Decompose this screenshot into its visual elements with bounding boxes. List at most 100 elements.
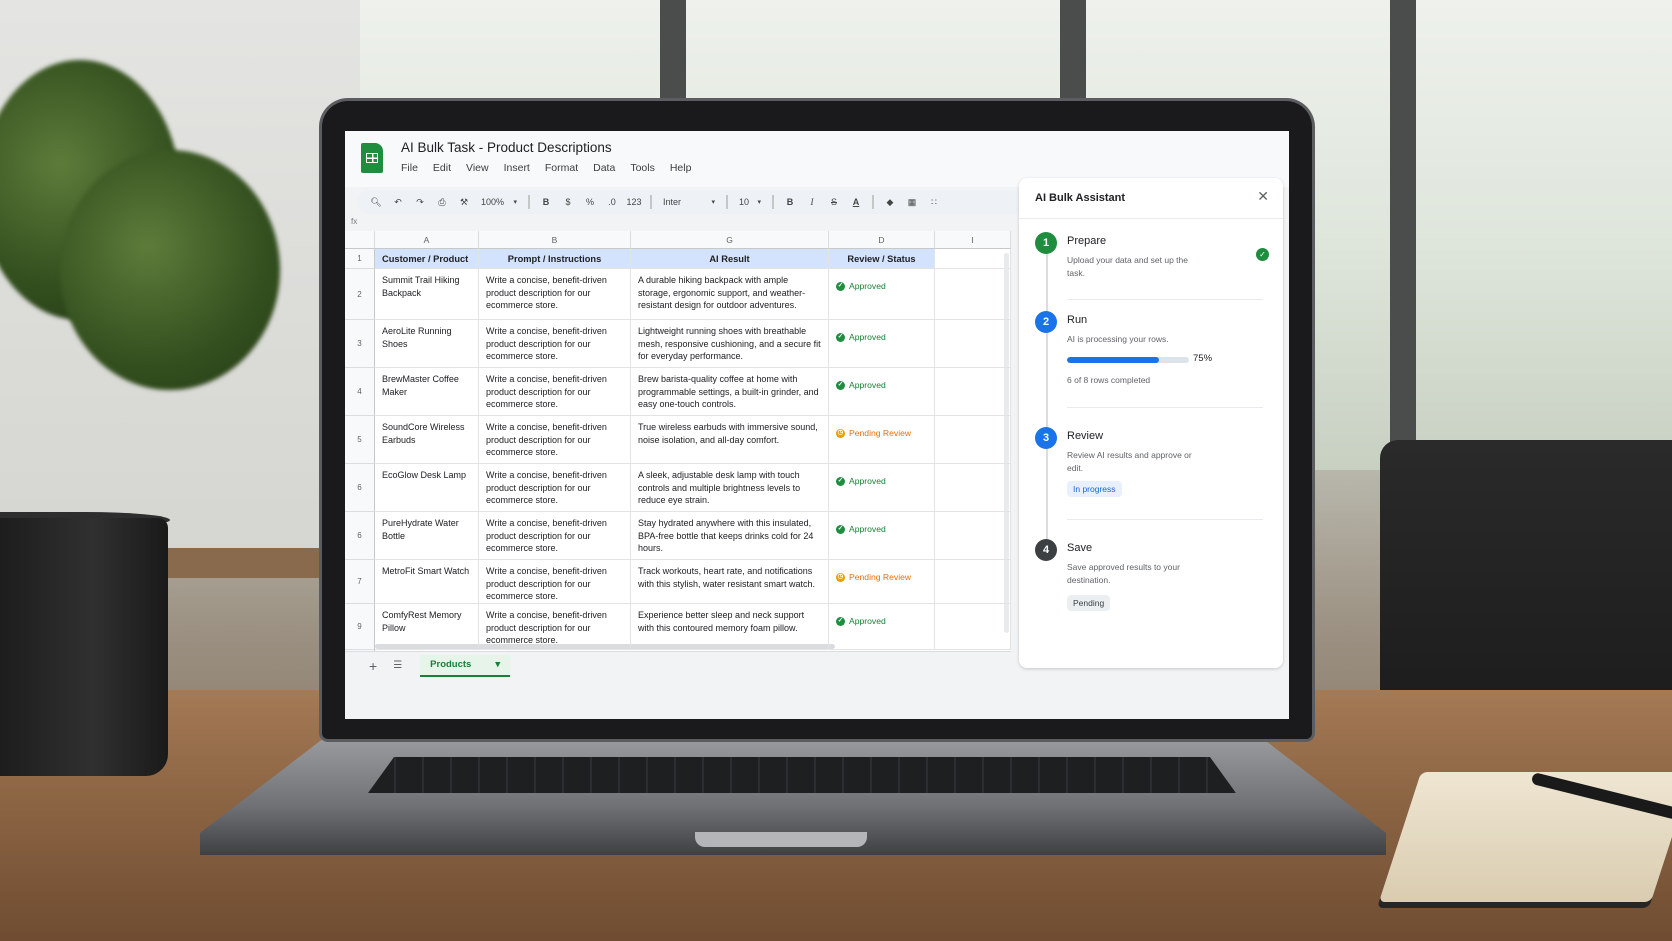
cell-result[interactable]: Lightweight running shoes with breathabl… <box>631 320 829 368</box>
cell-status[interactable]: ◷ Pending Review <box>829 416 935 464</box>
empty-cell[interactable] <box>935 604 1011 650</box>
cell-product[interactable]: PureHydrate Water Bottle <box>375 512 479 560</box>
cell-status[interactable]: ◷ Pending Review <box>829 560 935 604</box>
menu-data[interactable]: Data <box>593 162 615 174</box>
cell-status[interactable]: ✓ Approved <box>829 320 935 368</box>
cell-prompt[interactable]: Write a concise, benefit-driven product … <box>479 416 631 464</box>
close-icon[interactable]: ✕ <box>1257 188 1269 205</box>
menu-view[interactable]: View <box>466 162 489 174</box>
bold-button-icon[interactable]: B <box>779 192 801 212</box>
row-number[interactable]: 6 <box>345 512 375 560</box>
search-icon[interactable]: 🔍︎ <box>365 192 387 212</box>
empty-cell[interactable] <box>935 464 1011 512</box>
row-number[interactable]: 6 <box>345 464 375 512</box>
empty-cell[interactable] <box>935 320 1011 368</box>
column-header-g[interactable]: G <box>631 231 829 249</box>
row-number[interactable]: 2 <box>345 269 375 320</box>
fill-color-icon[interactable]: ◆ <box>879 192 901 212</box>
cell-result[interactable]: Brew barista-quality coffee at home with… <box>631 368 829 416</box>
cell-result[interactable]: Stay hydrated anywhere with this insulat… <box>631 512 829 560</box>
borders-icon[interactable]: ▦ <box>901 192 923 212</box>
sheet-tab-products[interactable]: Products ▾ <box>420 654 511 677</box>
select-all-corner[interactable] <box>345 231 375 249</box>
font-select[interactable]: Inter ▾ <box>657 192 721 212</box>
cell-product[interactable]: SoundCore Wireless Earbuds <box>375 416 479 464</box>
menu-file[interactable]: File <box>401 162 418 174</box>
cell-product[interactable]: BrewMaster Coffee Maker <box>375 368 479 416</box>
step-save[interactable]: 4 Save Save approved results to your des… <box>1035 539 1275 629</box>
header-cell-result[interactable]: AI Result <box>631 249 829 269</box>
column-header-i[interactable]: I <box>935 231 1011 249</box>
cell-product[interactable]: Summit Trail Hiking Backpack <box>375 269 479 320</box>
header-cell-status[interactable]: Review / Status <box>829 249 935 269</box>
empty-cell[interactable] <box>935 249 1011 269</box>
row-number[interactable]: 7 <box>345 560 375 604</box>
sheets-logo-icon[interactable] <box>361 143 383 173</box>
column-header-a[interactable]: A <box>375 231 479 249</box>
strikethrough-icon[interactable]: S <box>823 192 845 212</box>
cell-result[interactable]: Experience better sleep and neck support… <box>631 604 829 650</box>
zoom-select[interactable]: 100% ▾ <box>475 192 523 212</box>
cell-status[interactable]: ✓ Approved <box>829 368 935 416</box>
menu-insert[interactable]: Insert <box>504 162 530 174</box>
chevron-down-icon[interactable]: ▾ <box>495 659 500 670</box>
undo-icon[interactable]: ↶ <box>387 192 409 212</box>
cell-prompt[interactable]: Write a concise, benefit-driven product … <box>479 320 631 368</box>
cell-product[interactable]: EcoGlow Desk Lamp <box>375 464 479 512</box>
cell-status[interactable]: ✓ Approved <box>829 269 935 320</box>
step-run[interactable]: 2 Run AI is processing your rows. 75% 6 … <box>1035 311 1275 401</box>
menu-help[interactable]: Help <box>670 162 692 174</box>
row-number[interactable]: 3 <box>345 320 375 368</box>
currency-icon[interactable]: $ <box>557 192 579 212</box>
menu-format[interactable]: Format <box>545 162 578 174</box>
header-cell-prompt[interactable]: Prompt / Instructions <box>479 249 631 269</box>
cell-status[interactable]: ✓ Approved <box>829 512 935 560</box>
header-cell-product[interactable]: Customer / Product <box>375 249 479 269</box>
column-header-b[interactable]: B <box>479 231 631 249</box>
text-color-icon[interactable]: A <box>845 192 867 212</box>
row-number[interactable]: 5 <box>345 416 375 464</box>
empty-cell[interactable] <box>935 512 1011 560</box>
paint-format-icon[interactable]: ⚒ <box>453 192 475 212</box>
add-sheet-icon[interactable]: + <box>369 658 377 674</box>
empty-cell[interactable] <box>935 368 1011 416</box>
cell-result[interactable]: A sleek, adjustable desk lamp with touch… <box>631 464 829 512</box>
cell-status[interactable]: ✓ Approved <box>829 464 935 512</box>
more-formats-icon[interactable]: 123 <box>623 192 645 212</box>
decimal-increase-icon[interactable]: .0 <box>601 192 623 212</box>
redo-icon[interactable]: ↷ <box>409 192 431 212</box>
cell-prompt[interactable]: Write a concise, benefit-driven product … <box>479 368 631 416</box>
step-review[interactable]: 3 Review Review AI results and approve o… <box>1035 427 1275 517</box>
cell-product[interactable]: AeroLite Running Shoes <box>375 320 479 368</box>
empty-cell[interactable] <box>935 416 1011 464</box>
document-title[interactable]: AI Bulk Task - Product Descriptions <box>401 140 612 155</box>
all-sheets-icon[interactable]: ☰ <box>393 660 402 671</box>
percent-icon[interactable]: % <box>579 192 601 212</box>
bold-icon[interactable]: B <box>535 192 557 212</box>
cell-result[interactable]: A durable hiking backpack with ample sto… <box>631 269 829 320</box>
menu-edit[interactable]: Edit <box>433 162 451 174</box>
row-number[interactable]: 1 <box>345 249 375 269</box>
cell-prompt[interactable]: Write a concise, benefit-driven product … <box>479 269 631 320</box>
cell-result[interactable]: True wireless earbuds with immersive sou… <box>631 416 829 464</box>
cell-status[interactable]: ✓ Approved <box>829 604 935 650</box>
cell-prompt[interactable]: Write a concise, benefit-driven product … <box>479 560 631 604</box>
column-header-d[interactable]: D <box>829 231 935 249</box>
cell-prompt[interactable]: Write a concise, benefit-driven product … <box>479 512 631 560</box>
italic-icon[interactable]: I <box>801 192 823 212</box>
cell-product[interactable]: MetroFit Smart Watch <box>375 560 479 604</box>
cell-prompt[interactable]: Write a concise, benefit-driven product … <box>479 604 631 650</box>
row-number[interactable]: 4 <box>345 368 375 416</box>
step-prepare[interactable]: 1 Prepare Upload your data and set up th… <box>1035 232 1275 302</box>
cell-prompt[interactable]: Write a concise, benefit-driven product … <box>479 464 631 512</box>
row-number[interactable]: 9 <box>345 604 375 650</box>
cell-product[interactable]: ComfyRest Memory Pillow <box>375 604 479 650</box>
print-icon[interactable]: ⎙ <box>431 192 453 212</box>
merge-cells-icon[interactable]: ∷ <box>923 192 945 212</box>
font-size-select[interactable]: 10 ▾ <box>733 192 767 212</box>
empty-cell[interactable] <box>935 269 1011 320</box>
menu-tools[interactable]: Tools <box>630 162 655 174</box>
cell-result[interactable]: Track workouts, heart rate, and notifica… <box>631 560 829 604</box>
formula-bar[interactable]: fx <box>345 217 1005 229</box>
empty-cell[interactable] <box>935 560 1011 604</box>
